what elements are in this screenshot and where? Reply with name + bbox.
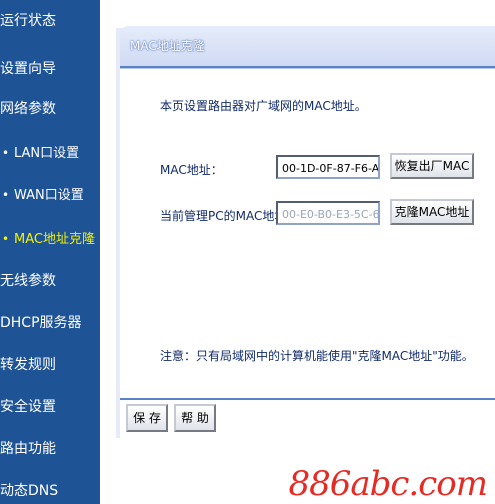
nav-item-status[interactable]: 运行状态 — [0, 8, 100, 34]
bullet-icon: • — [2, 232, 10, 246]
nav-subitem-wan[interactable]: • WAN口设置 — [2, 182, 102, 208]
nav-item-forwarding[interactable]: 转发规则 — [0, 352, 100, 378]
help-button[interactable]: 帮 助 — [174, 404, 216, 432]
sidebar-nav: 运行状态 设置向导 网络参数 • LAN口设置 • WAN口设置 • MAC地址克隆 … — [0, 0, 100, 504]
nav-item-security[interactable]: 安全设置 — [0, 394, 100, 420]
panel-header: MAC地址克隆 — [120, 26, 495, 68]
nav-item-setup-wizard[interactable]: 设置向导 — [0, 56, 100, 82]
nav-item-wireless[interactable]: 无线参数 — [0, 268, 100, 294]
save-button[interactable]: 保 存 — [126, 404, 168, 432]
nav-item-label: WAN口设置 — [14, 188, 84, 203]
nav-item-label: MAC地址克隆 — [14, 232, 95, 247]
pc-mac-address-field: 00-E0-B0-E3-5C-67 — [276, 201, 380, 225]
nav-item-label: 网络参数 — [0, 101, 56, 117]
bullet-icon: • — [2, 188, 10, 202]
nav-subitem-lan[interactable]: • LAN口设置 — [2, 140, 102, 166]
panel-body: 本页设置路由器对广域网的MAC地址。 MAC地址： 00-1D-0F-87-F6… — [120, 68, 495, 399]
nav-item-dhcp[interactable]: DHCP服务器 — [0, 310, 100, 336]
button-bar: 保 存 帮 助 — [120, 398, 495, 440]
nav-item-label: 路由功能 — [0, 441, 56, 457]
nav-item-label: 运行状态 — [0, 13, 56, 29]
nav-item-routing[interactable]: 路由功能 — [0, 436, 100, 462]
nav-item-ddns[interactable]: 动态DNS — [0, 478, 100, 504]
clone-mac-button[interactable]: 克隆MAC地址 — [390, 199, 474, 225]
nav-item-label: 无线参数 — [0, 273, 56, 289]
nav-item-label: DHCP服务器 — [0, 315, 82, 331]
nav-item-label: 动态DNS — [0, 483, 59, 499]
bullet-icon: • — [2, 146, 10, 160]
nav-item-network[interactable]: 网络参数 — [0, 96, 100, 122]
page-description: 本页设置路由器对广域网的MAC地址。 — [160, 99, 367, 113]
page-title: MAC地址克隆 — [130, 39, 205, 53]
main-content: MAC地址克隆 本页设置路由器对广域网的MAC地址。 MAC地址： 00-1D-… — [106, 0, 495, 504]
note-text: 注意：只有局域网中的计算机能使用"克隆MAC地址"功能。 — [160, 349, 474, 363]
nav-item-label: LAN口设置 — [14, 146, 80, 161]
mac-address-field[interactable]: 00-1D-0F-87-F6-A9 — [276, 155, 380, 179]
nav-item-label: 转发规则 — [0, 357, 56, 373]
mac-address-label: MAC地址： — [160, 163, 223, 177]
watermark-logo: 886abc.com — [288, 464, 488, 504]
nav-subitem-mac-clone[interactable]: • MAC地址克隆 — [2, 226, 102, 252]
nav-item-label: 安全设置 — [0, 399, 56, 415]
nav-item-label: 设置向导 — [0, 61, 56, 77]
restore-factory-mac-button[interactable]: 恢复出厂MAC — [390, 153, 474, 179]
